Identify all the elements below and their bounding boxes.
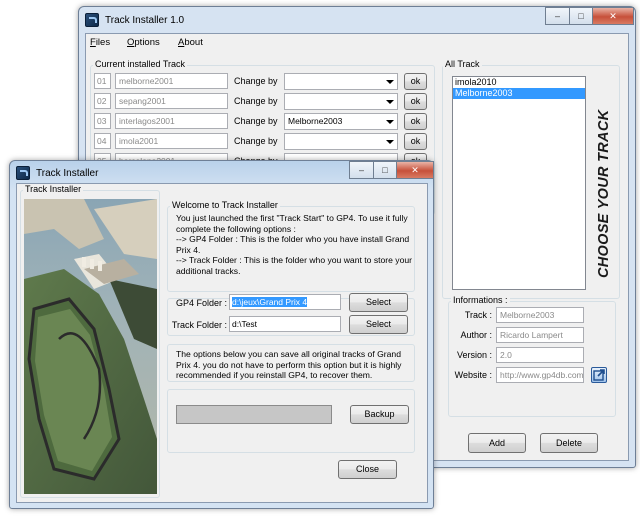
change-by-label: Change by [234,96,278,106]
circuit-aerial-image [24,199,157,494]
backup-button[interactable]: Backup [350,405,409,424]
track-installer-dialog: Track Installer – □ ✕ Track Installer We… [9,160,434,509]
close-button[interactable]: Close [338,460,397,479]
chevron-down-icon[interactable] [383,95,396,108]
installed-tracks-group-title: Current installed Track [93,59,188,69]
track-slot-name: sepang2001 [115,93,228,109]
change-by-dropdown[interactable] [284,133,398,150]
info-author-field: Ricardo Lampert [496,327,584,343]
open-website-icon[interactable] [591,367,607,383]
change-by-label: Change by [234,136,278,146]
image-group-title: Track Installer [23,184,84,194]
dialog-close-window-button[interactable]: ✕ [396,161,434,179]
track-slot-name: imola2001 [115,133,228,149]
info-website-field: http://www.gp4db.com [496,367,584,383]
info-track-field: Melborne2003 [496,307,584,323]
track-slot-name: melborne2001 [115,73,228,89]
backup-progress-bar [176,405,332,424]
track-slot-number: 02 [94,93,111,109]
change-by-dropdown[interactable] [284,73,398,90]
track-slot-number: 03 [94,113,111,129]
choose-your-track-tagline: CHOOSE YOUR TRACK [596,108,612,278]
track-slot-number: 01 [94,73,111,89]
change-by-dropdown[interactable] [284,93,398,110]
menu-files[interactable]: Files [90,37,110,48]
menu-options[interactable]: Options [127,37,160,48]
change-by-label: Change by [234,116,278,126]
gp4-folder-label: GP4 Folder : [175,298,227,308]
info-author-label: Author : [460,330,492,340]
track-slot-name: interlagos2001 [115,113,228,129]
select-track-folder-button[interactable]: Select [349,315,408,334]
all-tracks-listbox[interactable]: imola2010 Melborne2003 [452,76,586,290]
welcome-group-title: Welcome to Track Installer [170,200,280,210]
gp4-folder-input[interactable]: d:\jeux\Grand Prix 4 [229,294,341,310]
backup-progress-fill [177,406,331,423]
ok-button[interactable]: ok [404,113,427,130]
list-item[interactable]: imola2010 [453,77,585,88]
all-tracks-group-title: All Track [443,59,482,69]
select-gp4-folder-button[interactable]: Select [349,293,408,312]
main-title-bar[interactable]: Track Installer 1.0 – □ ✕ [79,7,635,35]
info-version-label: Version : [456,350,492,360]
info-website-label: Website : [454,370,492,380]
close-window-button[interactable]: ✕ [592,7,634,25]
dialog-title: Track Installer [36,168,99,179]
chevron-down-icon[interactable] [383,115,396,128]
chevron-down-icon[interactable] [383,75,396,88]
ok-button[interactable]: ok [404,133,427,150]
dropdown-value: Melborne2003 [288,116,343,126]
delete-button[interactable]: Delete [540,433,598,453]
dialog-minimize-button[interactable]: – [349,161,374,179]
track-folder-label: Track Folder : [171,320,227,330]
track-folder-input[interactable]: d:\Test [229,316,341,332]
menu-bar: Files Options About [86,34,628,52]
info-version-field: 2.0 [496,347,584,363]
tagline-text: CHOOSE YOUR TRACK [596,108,612,278]
ok-button[interactable]: ok [404,73,427,90]
maximize-button[interactable]: □ [569,7,593,25]
list-item-selected[interactable]: Melborne2003 [453,88,585,99]
backup-text: The options below you can save all origi… [176,349,402,381]
dialog-app-icon [16,166,30,180]
minimize-button[interactable]: – [545,7,570,25]
change-by-label: Change by [234,76,278,86]
chevron-down-icon[interactable] [383,135,396,148]
add-button[interactable]: Add [468,433,526,453]
dialog-maximize-button[interactable]: □ [373,161,397,179]
info-group-title: Informations : [451,295,510,305]
dialog-client-area: Track Installer Welcome to Track Install… [16,183,428,503]
info-track-label: Track : [464,310,492,320]
menu-about[interactable]: About [178,37,203,48]
main-window-title: Track Installer 1.0 [105,15,185,26]
change-by-dropdown[interactable]: Melborne2003 [284,113,398,130]
app-icon [85,13,99,27]
track-slot-number: 04 [94,133,111,149]
ok-button[interactable]: ok [404,93,427,110]
welcome-text: You just launched the first "Track Start… [176,213,413,276]
